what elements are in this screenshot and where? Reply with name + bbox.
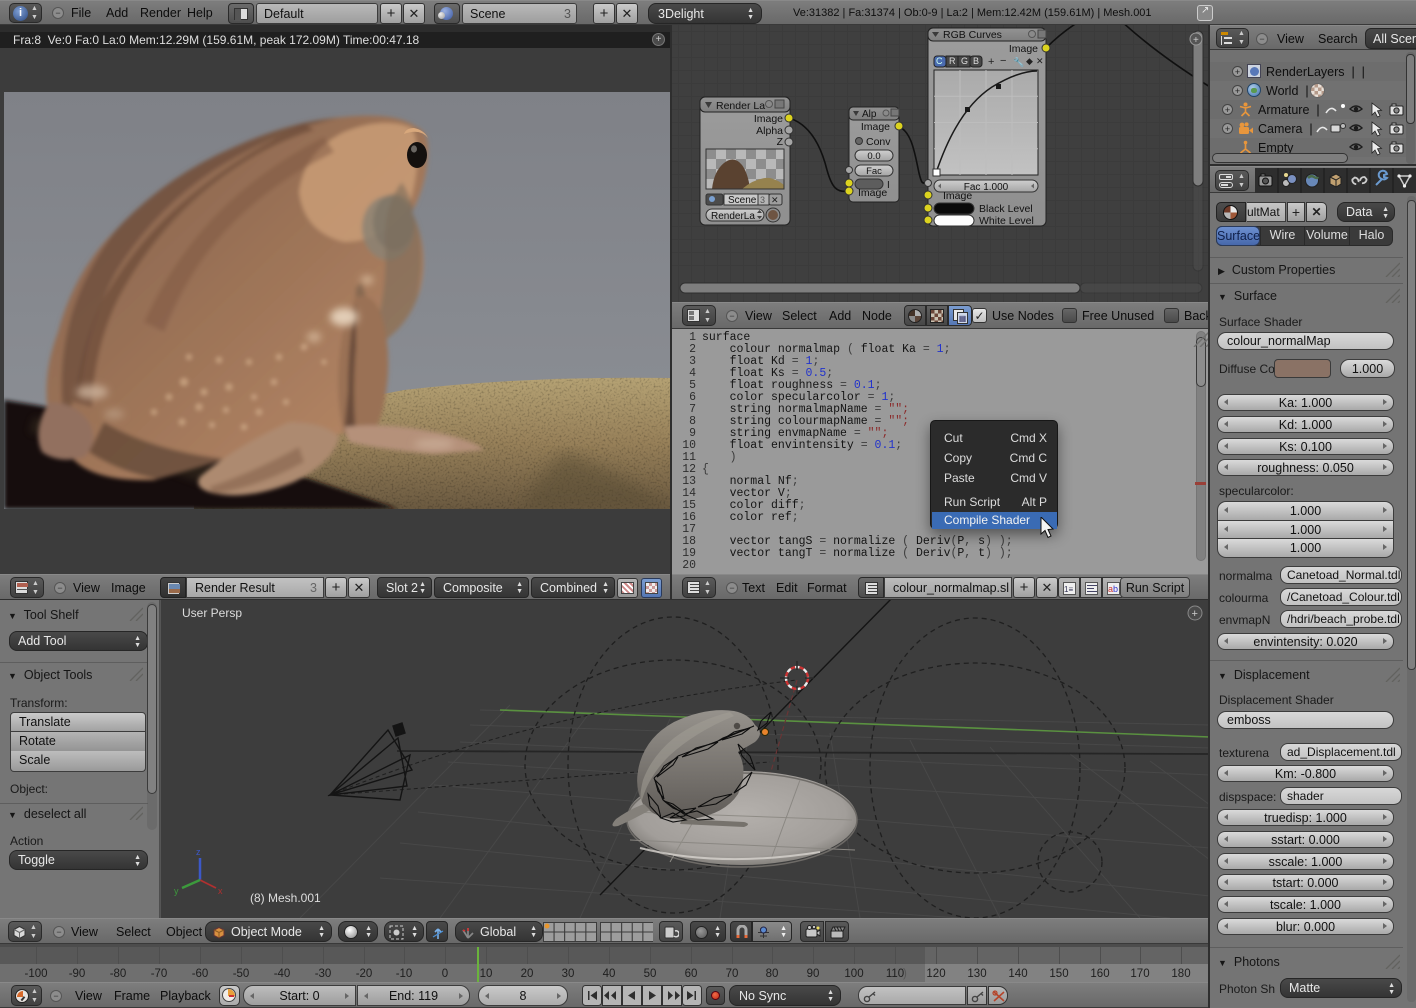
svg-text:0: 0 — [442, 968, 448, 980]
svg-text:+: + — [1193, 35, 1199, 46]
svg-text:User Persp: User Persp — [182, 606, 242, 620]
svg-text:Alp: Alp — [862, 109, 877, 120]
svg-text:160: 160 — [1090, 968, 1109, 980]
svg-text:✕: ✕ — [771, 195, 779, 205]
svg-text:60: 60 — [685, 968, 698, 980]
svg-text:+: + — [988, 56, 994, 68]
svg-text:110: 110 — [886, 968, 904, 980]
svg-text:Image: Image — [858, 187, 887, 199]
svg-text:Z: Z — [777, 136, 784, 148]
svg-text:20: 20 — [521, 968, 534, 980]
svg-text:✕: ✕ — [1036, 56, 1044, 66]
svg-text:White Level: White Level — [979, 215, 1034, 227]
svg-text:I: I — [887, 180, 890, 191]
svg-text:140: 140 — [1008, 968, 1027, 980]
svg-text:170: 170 — [1130, 968, 1149, 980]
svg-text:+: + — [1192, 608, 1198, 620]
svg-text:0.0: 0.0 — [867, 151, 880, 162]
svg-text:70: 70 — [726, 968, 739, 980]
svg-text:B: B — [973, 56, 979, 66]
svg-text:RenderLa: RenderLa — [711, 211, 755, 222]
svg-text:-100: -100 — [24, 968, 47, 980]
svg-text:(8) Mesh.001: (8) Mesh.001 — [250, 891, 321, 905]
svg-text:Render La: Render La — [716, 100, 765, 112]
svg-text:y: y — [174, 886, 179, 896]
svg-text:80: 80 — [766, 968, 779, 980]
svg-text:x: x — [218, 886, 223, 896]
svg-text:-40: -40 — [274, 968, 291, 980]
svg-text:-60: -60 — [192, 968, 209, 980]
svg-text:150: 150 — [1049, 968, 1068, 980]
svg-text:z: z — [196, 847, 201, 857]
svg-text:Image: Image — [754, 113, 783, 125]
svg-text:Scene: Scene — [728, 195, 757, 206]
svg-text:50: 50 — [644, 968, 657, 980]
svg-text:Fac: Fac — [866, 166, 882, 177]
svg-text:120: 120 — [926, 968, 945, 980]
svg-text:R: R — [949, 56, 956, 66]
svg-text:-70: -70 — [151, 968, 168, 980]
svg-text:-80: -80 — [110, 968, 127, 980]
svg-text:Image: Image — [943, 190, 972, 202]
svg-text:-90: -90 — [69, 968, 86, 980]
svg-text:130: 130 — [967, 968, 986, 980]
svg-text:Image: Image — [861, 121, 890, 133]
svg-text:180: 180 — [1171, 968, 1190, 980]
svg-text:3: 3 — [760, 195, 765, 205]
svg-text:): ) — [903, 968, 907, 980]
svg-text:◆: ◆ — [1026, 56, 1033, 66]
svg-text:10: 10 — [480, 968, 493, 980]
svg-text:30: 30 — [562, 968, 575, 980]
svg-text:RGB Curves: RGB Curves — [943, 29, 1002, 41]
svg-text:-20: -20 — [356, 968, 373, 980]
svg-text:G: G — [961, 56, 968, 66]
svg-text:40: 40 — [603, 968, 616, 980]
svg-text:🔧: 🔧 — [1013, 56, 1024, 67]
svg-text:100: 100 — [844, 968, 863, 980]
svg-text:-30: -30 — [315, 968, 332, 980]
svg-text:Image: Image — [1009, 43, 1038, 55]
svg-text:Conv: Conv — [866, 136, 891, 148]
svg-text:90: 90 — [807, 968, 820, 980]
svg-text:Black Level: Black Level — [979, 203, 1033, 215]
svg-text:C: C — [936, 56, 943, 66]
svg-text:-50: -50 — [233, 968, 250, 980]
svg-text:-10: -10 — [396, 968, 413, 980]
svg-text:−: − — [1000, 55, 1006, 67]
